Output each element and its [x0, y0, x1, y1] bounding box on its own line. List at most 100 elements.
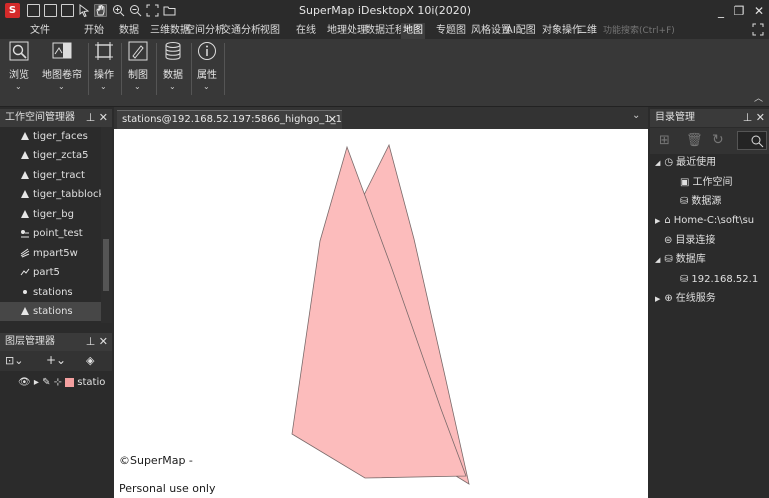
- close-icon[interactable]: ✕: [99, 111, 108, 124]
- pin-icon[interactable]: ⊥: [86, 335, 96, 348]
- close-icon[interactable]: ✕: [99, 335, 108, 348]
- close-icon[interactable]: ✕: [328, 111, 337, 129]
- tab-3d-data[interactable]: 三维数据: [150, 23, 190, 39]
- region-icon: [21, 190, 29, 198]
- workspace-tree-item[interactable]: tiger_bg: [0, 205, 101, 224]
- plus-icon[interactable]: +⌄: [46, 353, 66, 367]
- tab-data[interactable]: 数据: [119, 23, 139, 39]
- collapse-arrow-icon[interactable]: ◢: [655, 256, 660, 264]
- tab-view[interactable]: 视图: [260, 23, 280, 39]
- catalog-tree-item[interactable]: ▣ 工作空间: [680, 173, 732, 192]
- window-icon[interactable]: [44, 4, 57, 17]
- workspace-tree-item[interactable]: stations: [0, 302, 101, 321]
- ribbon-attribute-button[interactable]: 属性 ⌄: [194, 39, 220, 105]
- ribbon-operate-label: 操作: [94, 70, 114, 81]
- map-canvas[interactable]: ©SuperMap - Personal use only: [114, 129, 648, 498]
- ribbon-swipe-button[interactable]: 地图卷帘 ⌄: [40, 39, 84, 105]
- pin-icon[interactable]: ⊥: [86, 111, 96, 124]
- workspace-tree-item[interactable]: point_test: [0, 224, 101, 243]
- close-icon[interactable]: ✕: [756, 111, 765, 124]
- database-icon: [165, 42, 181, 60]
- layer-panel-header: 图层管理器 ⊥ ✕: [0, 333, 112, 351]
- workspace-tree-item[interactable]: tiger_zcta5: [0, 146, 101, 165]
- refresh-icon[interactable]: ↻: [712, 132, 724, 148]
- function-search-input[interactable]: [603, 23, 749, 38]
- save-icon[interactable]: [27, 4, 40, 17]
- catalog-panel: 目录管理 ⊥ ✕ ⊞ 🗑 ↻ ◢ ◷ 最近使用 ▣ 工作空间 ⛁ 数据源 ▶ ⌂ Home-C:\…: [650, 109, 769, 498]
- catalog-tree-item[interactable]: ◢ ◷ 最近使用: [655, 153, 716, 172]
- catalog-tree-item[interactable]: ◢ ⛁ 数据库: [655, 250, 706, 269]
- map-tab[interactable]: stations@192.168.52.197:5866_highgo_1_1 …: [117, 110, 342, 129]
- catalog-tree-item[interactable]: ⊜ 目录连接: [664, 231, 715, 250]
- tab-object-operation[interactable]: 对象操作: [542, 23, 582, 39]
- workspace-tree: tiger_faces tiger_zcta5 tiger_tract tiger_t…: [0, 127, 105, 323]
- tab-thematic-map[interactable]: 专题图: [436, 23, 466, 39]
- chevron-down-icon: ⌄: [58, 82, 65, 91]
- ribbon-cartography-button[interactable]: 制图 ⌄: [124, 39, 152, 105]
- catalog-tree-item[interactable]: ⛁ 192.168.52.1: [680, 270, 758, 289]
- layers-icon[interactable]: ◈: [86, 354, 94, 367]
- expand-arrow-icon[interactable]: ▶: [655, 295, 660, 303]
- workspace-tree-item[interactable]: tiger_faces: [0, 127, 101, 146]
- workspace-tree-item[interactable]: stations: [0, 283, 101, 302]
- ribbon-data-button[interactable]: 数据 ⌄: [159, 39, 187, 105]
- pin-icon[interactable]: ⊥: [743, 111, 753, 124]
- collapse-arrow-icon[interactable]: ◢: [655, 159, 660, 167]
- folder-icon[interactable]: [163, 4, 176, 17]
- catalog-tree-item[interactable]: ▶ ⊕ 在线服务: [655, 289, 716, 308]
- app-logo-icon[interactable]: S: [5, 3, 20, 18]
- workspace-scrollbar[interactable]: [101, 127, 112, 323]
- tab-ai-mapping[interactable]: AI配图: [506, 23, 536, 39]
- tab-map[interactable]: 地图: [401, 23, 425, 39]
- workspace-panel-title: 工作空间管理器: [5, 112, 75, 123]
- delete-icon[interactable]: 🗑: [686, 133, 703, 148]
- full-extent-icon[interactable]: [146, 4, 159, 17]
- expand-arrow-icon[interactable]: ▶: [655, 217, 660, 225]
- catalog-search-button[interactable]: [737, 131, 767, 150]
- catalog-tree-item-label: 在线服务: [675, 293, 716, 304]
- pan-hand-icon[interactable]: [94, 4, 107, 17]
- zoom-out-icon[interactable]: [129, 4, 142, 17]
- tab-data-migration[interactable]: 数据迁移: [365, 23, 405, 39]
- workspace-tree-item-label: tiger_tabblock: [33, 189, 105, 200]
- selectable-arrow-icon[interactable]: ▸: [34, 377, 39, 388]
- tab-traffic-analysis[interactable]: 交通分析: [221, 23, 261, 39]
- visible-eye-icon[interactable]: 👁: [18, 377, 31, 388]
- workspace-tree-item[interactable]: tiger_tabblock: [0, 185, 105, 204]
- catalog-tree-item[interactable]: ⛁ 数据源: [680, 192, 721, 211]
- layout-icon[interactable]: [61, 4, 74, 17]
- tab-online[interactable]: 在线: [296, 23, 316, 39]
- workspace-tree-item[interactable]: mpart5w: [0, 244, 101, 263]
- scrollbar-thumb[interactable]: [103, 239, 109, 291]
- restore-button[interactable]: ❐: [730, 2, 748, 20]
- tab-file[interactable]: 文件: [30, 23, 50, 39]
- catalog-panel-title: 目录管理: [655, 112, 695, 123]
- tab-2d[interactable]: 二维: [577, 23, 597, 39]
- ribbon-operate-button[interactable]: 操作 ⌄: [91, 39, 117, 105]
- snap-icon[interactable]: ⊹: [54, 377, 62, 388]
- select-arrow-icon[interactable]: [78, 4, 91, 18]
- cartography-icon: [128, 41, 148, 61]
- layer-row[interactable]: 👁 ▸ ✎ ⊹ statio: [18, 375, 112, 391]
- collapse-ribbon-icon[interactable]: ︿: [754, 91, 763, 104]
- tab-spatial-analysis[interactable]: 空间分析: [185, 23, 225, 39]
- chevron-down-icon[interactable]: ⌄: [632, 110, 640, 121]
- zoom-in-icon[interactable]: [112, 4, 125, 17]
- catalog-tree: ◢ ◷ 最近使用 ▣ 工作空间 ⛁ 数据源 ▶ ⌂ Home-C:\soft\su ⊜ 目录连接 ◢ ⛁ 数…: [650, 153, 769, 353]
- tab-start[interactable]: 开始: [84, 23, 104, 39]
- workspace-tree-item[interactable]: part5: [0, 263, 101, 282]
- ribbon-browse-button[interactable]: 浏览 ⌄: [3, 39, 35, 105]
- new-folder-icon[interactable]: ⊞: [659, 133, 670, 148]
- workspace-tree-item[interactable]: tiger_tract: [0, 166, 101, 185]
- add-layer-icon[interactable]: ⊡⌄: [5, 354, 23, 367]
- workspace-panel-header: 工作空间管理器 ⊥ ✕: [0, 109, 112, 127]
- close-button[interactable]: ✕: [750, 2, 768, 20]
- region-icon: [21, 132, 29, 140]
- catalog-tree-item[interactable]: ▶ ⌂ Home-C:\soft\su: [655, 211, 754, 230]
- expand-icon[interactable]: [752, 23, 764, 36]
- workspace-tree-item-label: point_test: [33, 228, 83, 239]
- tab-geoprocessing[interactable]: 地理处理: [327, 23, 367, 39]
- tab-style-settings[interactable]: 风格设置: [471, 23, 511, 39]
- minimize-button[interactable]: _: [712, 2, 730, 20]
- editable-pen-icon[interactable]: ✎: [42, 377, 50, 388]
